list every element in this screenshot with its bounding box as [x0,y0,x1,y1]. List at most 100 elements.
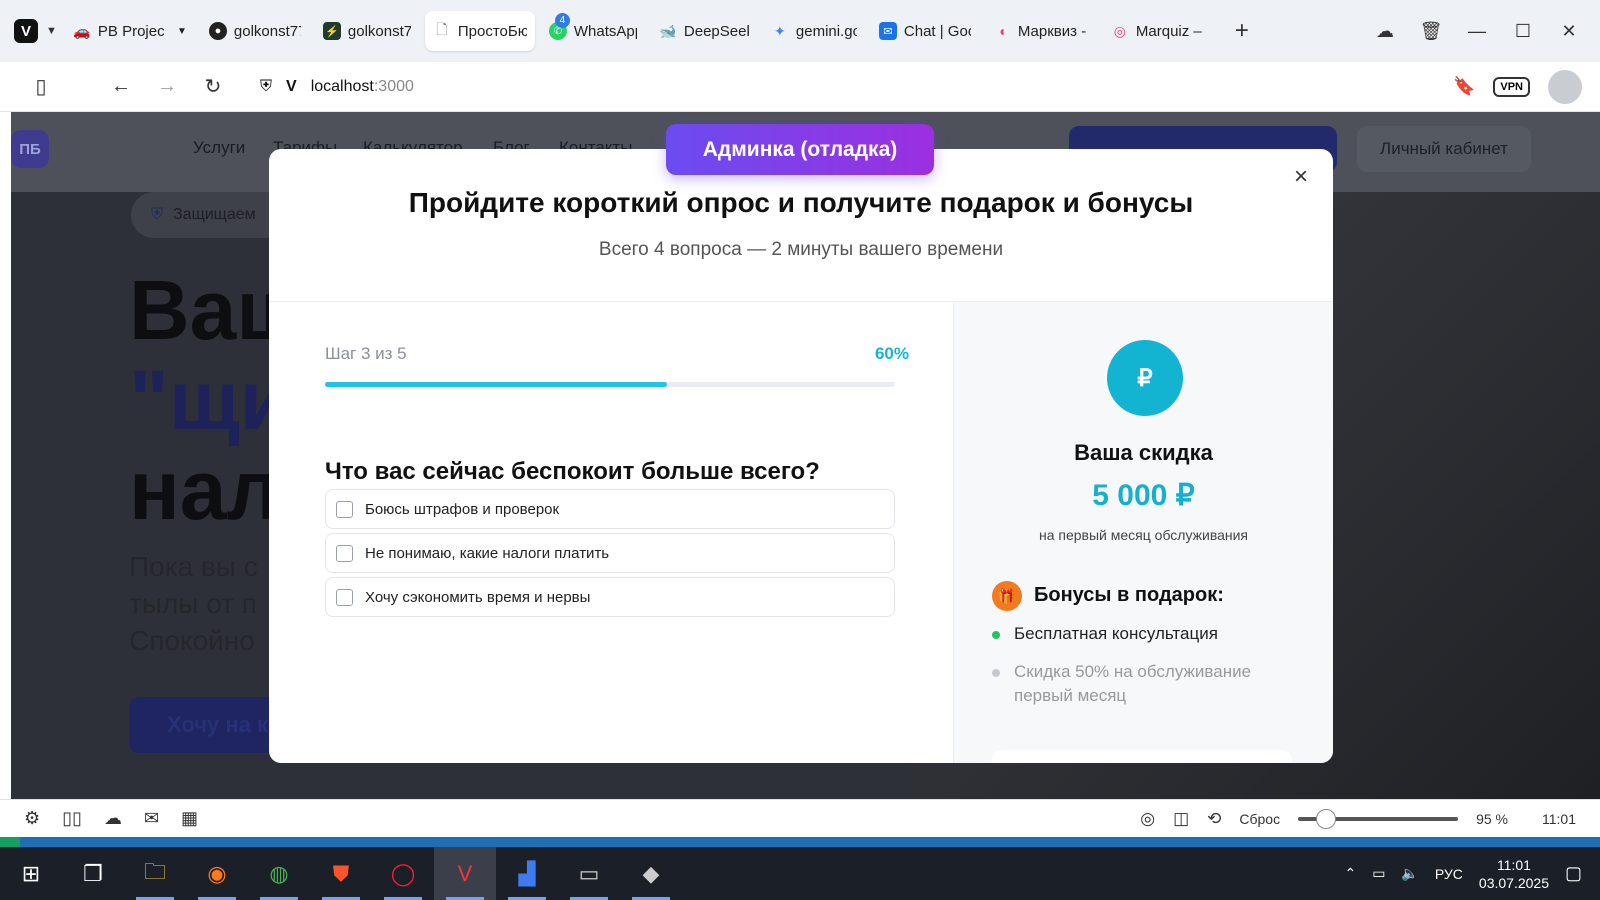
settings-icon[interactable]: ⚙ [24,808,40,829]
task-view-icon[interactable]: ❐ [62,847,124,900]
battery-icon[interactable]: ▭ [1372,865,1385,882]
tab-pb-project[interactable]: 🚗 PB Project ▼ [65,11,195,51]
vpn-button[interactable]: VPN [1493,76,1530,97]
opera-icon[interactable]: ◯ [372,847,434,900]
taskbar-clock[interactable]: 11:01 03.07.2025 [1479,856,1549,892]
ruble-icon: ₽ [1107,340,1183,416]
vivaldi-menu-icon[interactable]: V [14,19,38,43]
panels-icon[interactable]: ▯▯ [62,808,82,829]
chart-app-icon[interactable]: ▟ [496,847,558,900]
chevron-up-icon[interactable]: ⌃ [1344,865,1356,882]
checkbox[interactable] [336,544,353,562]
brave-icon[interactable]: ⛊ [310,847,372,900]
zoom-slider[interactable] [1298,808,1459,829]
tab-label: gemini.goo [795,22,857,40]
page-actions-icon[interactable]: ⟲ [1207,809,1221,829]
mail-icon[interactable]: ✉ [144,808,159,829]
chevron-down-icon[interactable]: ▼ [46,25,57,37]
car-icon: 🚗 [73,22,91,39]
shield-icon[interactable]: ⛨ [260,78,272,96]
firefox-icon[interactable]: ◉ [186,847,248,900]
remote-indicator [0,837,20,847]
cloud-icon[interactable]: ☁ [104,808,122,829]
terminal-icon[interactable]: ▭ [558,847,620,900]
bonus-card [992,750,1292,763]
volume-icon[interactable]: 🔈 [1401,865,1418,882]
sidebar-toggle-icon[interactable]: ▯ [18,74,64,99]
status-clock: 11:01 [1542,810,1576,827]
chrome-icon[interactable]: ◍ [248,847,310,900]
modal-title: Пройдите короткий опрос и получите подар… [408,187,1194,218]
tab-bolt[interactable]: ⚡ golkonst77 [315,11,419,51]
new-tab-icon[interactable]: + [1227,17,1257,45]
tab-label: golkonst77 [347,22,411,40]
start-icon[interactable]: ⊞ [0,847,62,900]
url-field[interactable]: ⛨ V localhost:3000 [252,68,1432,106]
marquiz-icon: ◎ [1113,22,1126,39]
trash-icon[interactable]: 🗑 [1408,21,1454,42]
zoom-slider-knob[interactable] [1315,808,1336,829]
tab-marquiz[interactable]: ◎ Marquiz – [1103,11,1215,51]
tab-label: Chat | Goo [903,22,971,40]
gift-icon: 🎁 [992,581,1022,611]
admin-debug-button[interactable]: Админка (отладка) [666,124,934,175]
shield-icon: ⛨ [151,206,164,223]
minimize-icon[interactable]: — [1454,21,1500,42]
tab-label: ПростоБю [457,22,527,40]
url-port: :3000 [373,77,414,95]
tab-active-page[interactable]: 🗋 ПростоБю [424,11,535,51]
checkbox[interactable] [336,500,353,518]
reload-icon[interactable]: ↻ [190,74,236,99]
quiz-modal: × Пройдите короткий опрос и получите под… [269,149,1333,763]
step-indicator: Шаг 3 из 5 [325,344,407,363]
tab-gemini[interactable]: ✦ gemini.goo [763,11,865,51]
file-explorer-icon[interactable]: 🗀 [124,847,186,900]
chat-icon: ✉ [878,22,897,40]
capture-icon[interactable]: ◎ [1140,809,1155,829]
chevron-down-icon[interactable]: ▼ [177,26,187,37]
language-indicator[interactable]: РУС [1435,866,1463,882]
tab-github[interactable]: ● golkonst77 [201,11,309,51]
vivaldi-icon: V [286,77,297,95]
tab-markviz[interactable]: ◖ Марквиз - [985,11,1097,51]
forward-icon[interactable]: → [144,75,190,98]
maximize-icon[interactable]: ☐ [1500,21,1546,42]
answer-option[interactable]: Не понимаю, какие налоги платить [325,533,895,573]
calendar-icon[interactable]: ▦ [181,808,198,829]
notifications-icon[interactable]: ▢ [1565,863,1582,884]
browser-tab-bar: V ▼ 🚗 PB Project ▼ ● golkonst77 ⚡ golkon… [0,0,1600,62]
close-window-icon[interactable]: ✕ [1546,21,1592,42]
tab-whatsapp[interactable]: ✆ 4 WhatsApp [541,11,645,51]
zoom-reset-button[interactable]: Сброс [1239,811,1280,827]
system-tray: ⌃ ▭ 🔈 РУС 11:01 03.07.2025 ▢ [1344,856,1600,892]
nav-link-services[interactable]: Услуги [193,138,245,158]
discount-note: на первый месяц обслуживания [1038,527,1249,543]
vivaldi-taskbar-icon[interactable]: V [434,847,496,900]
hero-paragraph-line: тылы от п [129,588,257,619]
checkbox[interactable] [336,588,353,606]
tiling-icon[interactable]: ◫ [1173,809,1189,829]
discount-amount: 5 000 ₽ [1092,479,1195,512]
bookmark-icon[interactable]: 🔖 [1453,76,1475,97]
profile-avatar[interactable] [1548,69,1582,104]
hero-paragraph-line: Пока вы с [129,551,258,582]
package-icon[interactable]: ◆ [620,847,682,900]
bonus-item: Бесплатная консультация [992,622,1312,646]
site-logo[interactable]: ПБ [11,130,49,168]
bonus-title: Бонусы в подарок: [1034,584,1224,606]
window-controls: ☁ 🗑 — ☐ ✕ [1362,21,1592,42]
answer-option[interactable]: Хочу сэкономить время и нервы [325,577,895,617]
progress-bar [325,382,895,387]
question-title: Что вас сейчас беспокоит больше всего? [325,458,820,485]
answer-label: Боюсь штрафов и проверок [365,500,560,518]
answer-option[interactable]: Боюсь штрафов и проверок [325,489,895,529]
cloud-sync-icon[interactable]: ☁ [1362,21,1408,42]
tab-label: Марквиз - [1017,22,1087,40]
cabinet-button[interactable]: Личный кабинет [1357,126,1531,172]
discount-label: Ваша скидка [1074,440,1213,465]
page-icon: 🗋 [436,21,448,37]
tab-chat[interactable]: ✉ Chat | Goo [871,11,979,51]
tab-deepseek[interactable]: 🐋 DeepSeek [651,11,757,51]
quiz-icon: ◖ [997,23,1007,39]
back-icon[interactable]: ← [98,75,144,98]
